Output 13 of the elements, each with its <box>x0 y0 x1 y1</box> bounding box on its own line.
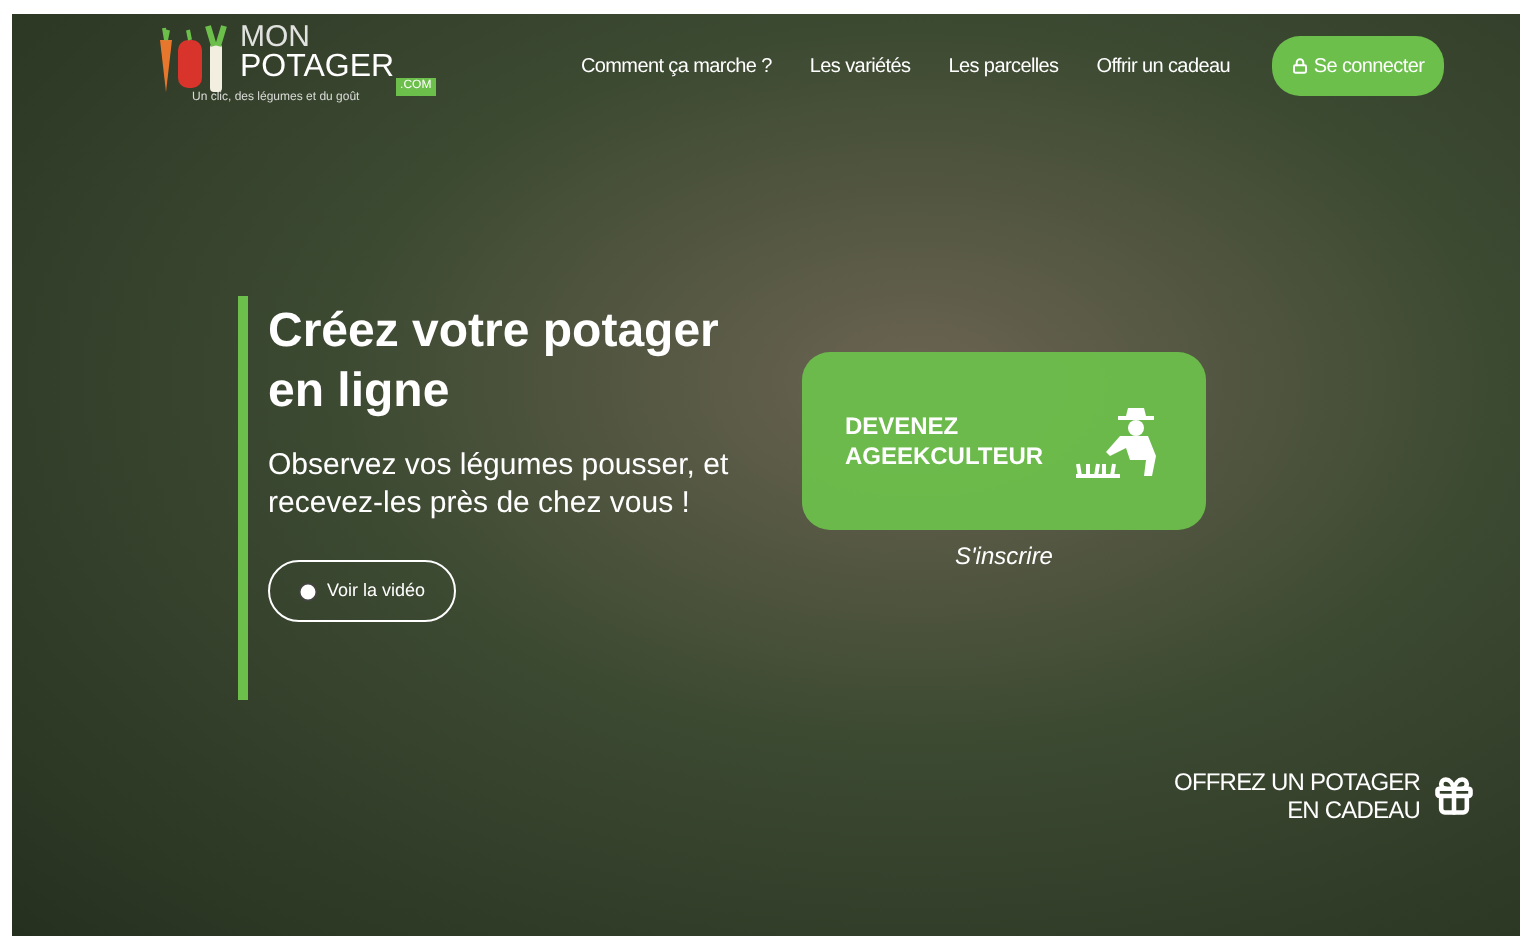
lock-icon <box>1291 58 1308 74</box>
signup-link[interactable]: S'inscrire <box>955 538 1053 574</box>
hero-subtitle: Observez vos légumes pousser, et recevez-les près de chez vous ! <box>268 446 731 522</box>
nav-link[interactable]: Offrir un cadeau <box>1096 51 1230 81</box>
nav-link[interactable]: Les variétés <box>809 51 911 81</box>
nav-link[interactable]: Comment ça marche ? <box>580 51 772 81</box>
gift-icon <box>1432 774 1476 818</box>
gift-link[interactable]: OFFREZ UN POTAGER EN CADEAU <box>1174 768 1420 824</box>
nav-link[interactable]: Les parcelles <box>948 51 1059 81</box>
hero-title: Créez votre potager en ligne <box>268 302 721 422</box>
logo-text: POTAGER <box>240 52 395 84</box>
logo-text: MON <box>240 24 310 52</box>
video-button[interactable]: Voir la vidéo <box>268 560 456 622</box>
